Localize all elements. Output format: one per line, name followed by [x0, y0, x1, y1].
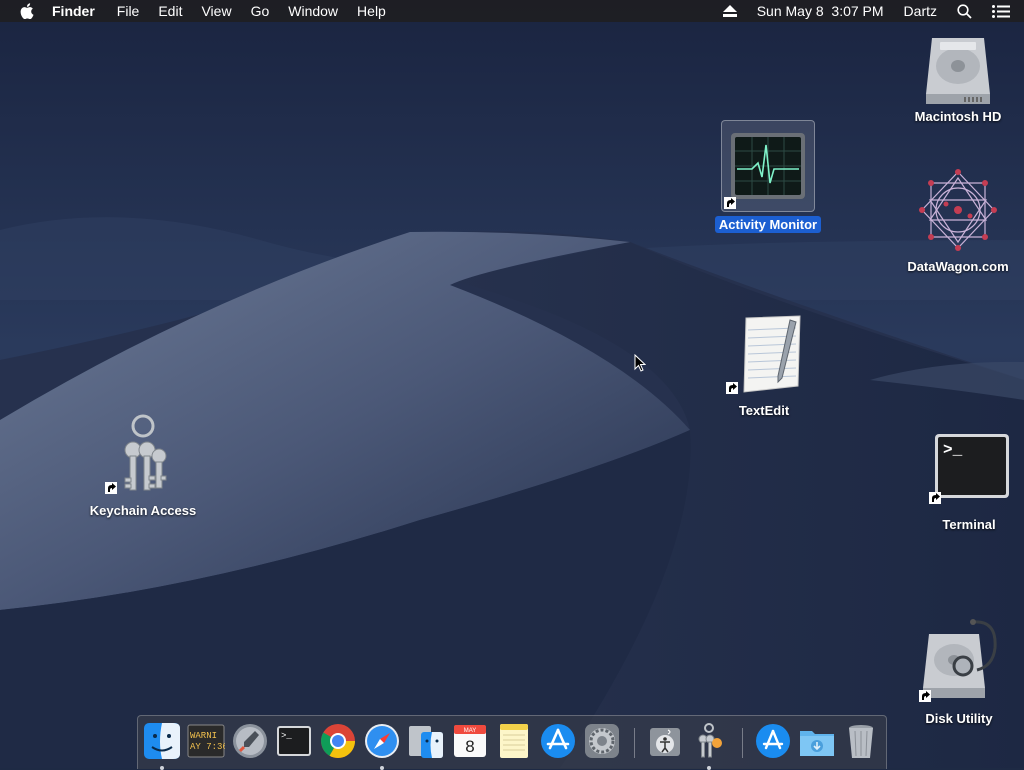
menu-bar: Finder File Edit View Go Window Help Sun…: [0, 0, 1024, 22]
menu-file[interactable]: File: [117, 0, 140, 22]
dock-item-safari[interactable]: [363, 722, 401, 770]
dock-item-calendar[interactable]: MAY 8: [451, 722, 489, 760]
dock-item-trash[interactable]: [842, 722, 880, 760]
menu-user[interactable]: Dartz: [904, 0, 937, 22]
menu-app-name[interactable]: Finder: [52, 0, 95, 22]
voiceover-utility-icon: [650, 728, 680, 756]
running-indicator: [707, 766, 711, 770]
desktop-icon-label: TextEdit: [738, 403, 790, 418]
dock-item-downloads[interactable]: [798, 722, 836, 760]
menu-go[interactable]: Go: [251, 0, 270, 22]
running-indicator: [160, 766, 164, 770]
console-text-line-1: WARNI: [190, 731, 217, 741]
trash-icon: [849, 725, 873, 758]
desktop-icon-label: DataWagon.com: [907, 259, 1009, 274]
dock-item-voiceover-utility[interactable]: [646, 722, 684, 760]
desktop-icon-terminal[interactable]: >_ Terminal: [914, 430, 1024, 533]
alias-arrow-icon: [105, 482, 117, 494]
menu-view[interactable]: View: [201, 0, 231, 22]
desktop-icon-label: Disk Utility: [925, 711, 993, 726]
launchpad-icon: [233, 724, 267, 758]
terminal-icon: >_: [277, 726, 311, 756]
desktop-icon-label: Activity Monitor: [714, 216, 822, 233]
dock-item-console[interactable]: WARNI AY 7:36: [187, 722, 228, 760]
desktop-icon-disk-utility[interactable]: Disk Utility: [904, 618, 1014, 727]
datawagon-icon: [916, 168, 1000, 252]
chrome-icon: [321, 724, 355, 758]
dock-item-google-chrome[interactable]: [319, 722, 357, 760]
hard-drive-icon: [922, 32, 994, 108]
desktop-icon-activity-monitor[interactable]: Activity Monitor: [708, 120, 828, 233]
apple-icon[interactable]: [20, 0, 36, 22]
running-indicator: [380, 766, 384, 770]
dock-item-keychain-access[interactable]: [690, 722, 728, 770]
menu-window[interactable]: Window: [288, 0, 338, 22]
menu-edit[interactable]: Edit: [158, 0, 182, 22]
desktop-icon-keychain-access[interactable]: Keychain Access: [83, 412, 203, 519]
disk-utility-icon: [917, 618, 1001, 704]
keychain-icon: [103, 412, 183, 496]
activity-monitor-icon: [721, 120, 815, 212]
notes-icon: [500, 724, 528, 758]
textedit-icon: [724, 312, 804, 396]
system-preferences-icon: [585, 724, 619, 758]
menu-bar-extras: Sun May 8 3:07 PM Dartz: [722, 0, 1024, 22]
calendar-icon: MAY 8: [454, 725, 486, 757]
dock-terminal-prompt: >_: [281, 731, 292, 741]
alias-arrow-icon: [726, 382, 738, 394]
finder-icon: [144, 723, 180, 759]
dock-item-applications[interactable]: [754, 722, 792, 760]
desktop-icon-label: Macintosh HD: [914, 109, 1002, 124]
migration-assistant-icon: [409, 726, 443, 758]
desktop-icon-textedit[interactable]: TextEdit: [714, 312, 814, 419]
dock-item-terminal[interactable]: >_: [275, 722, 313, 760]
desktop-wallpaper: [0, 0, 1024, 768]
dock-item-notes[interactable]: [495, 722, 533, 760]
menu-help[interactable]: Help: [357, 0, 386, 22]
desktop-icon-label: Keychain Access: [89, 503, 197, 518]
console-icon: WARNI AY 7:36: [187, 724, 228, 758]
downloads-folder-icon: [800, 731, 834, 756]
dock: WARNI AY 7:36 >_ MAY 8: [137, 715, 887, 770]
keychain-icon: [698, 723, 722, 758]
alias-arrow-icon: [724, 197, 736, 209]
alias-arrow-icon: [929, 492, 941, 504]
desktop-icon-label: Terminal: [942, 517, 996, 532]
dock-item-finder[interactable]: [143, 722, 181, 770]
terminal-icon: >_: [927, 430, 1011, 506]
notification-center-icon[interactable]: [992, 4, 1010, 18]
terminal-prompt: >_: [943, 441, 963, 459]
eject-icon[interactable]: [722, 5, 737, 17]
calendar-month: MAY: [464, 728, 477, 734]
dock-item-migration-assistant[interactable]: [407, 722, 445, 760]
console-text-line-2: AY 7:36: [190, 742, 225, 752]
dock-item-system-preferences[interactable]: [583, 722, 621, 760]
calendar-day: 8: [465, 737, 474, 756]
alias-arrow-icon: [919, 690, 931, 702]
menu-clock[interactable]: Sun May 8 3:07 PM: [757, 0, 884, 22]
app-store-icon: [541, 724, 575, 758]
applications-folder-icon: [756, 724, 790, 758]
spotlight-search-icon[interactable]: [957, 3, 972, 19]
safari-icon: [365, 724, 399, 758]
desktop-icon-datawagon[interactable]: DataWagon.com: [898, 168, 1018, 275]
desktop-icon-macintosh-hd[interactable]: Macintosh HD: [903, 32, 1013, 125]
mouse-cursor-icon: [634, 354, 646, 372]
dock-separator: [742, 728, 743, 758]
dock-separator: [634, 728, 635, 758]
dock-item-app-store[interactable]: [539, 722, 577, 760]
dock-item-launchpad[interactable]: [231, 722, 269, 760]
